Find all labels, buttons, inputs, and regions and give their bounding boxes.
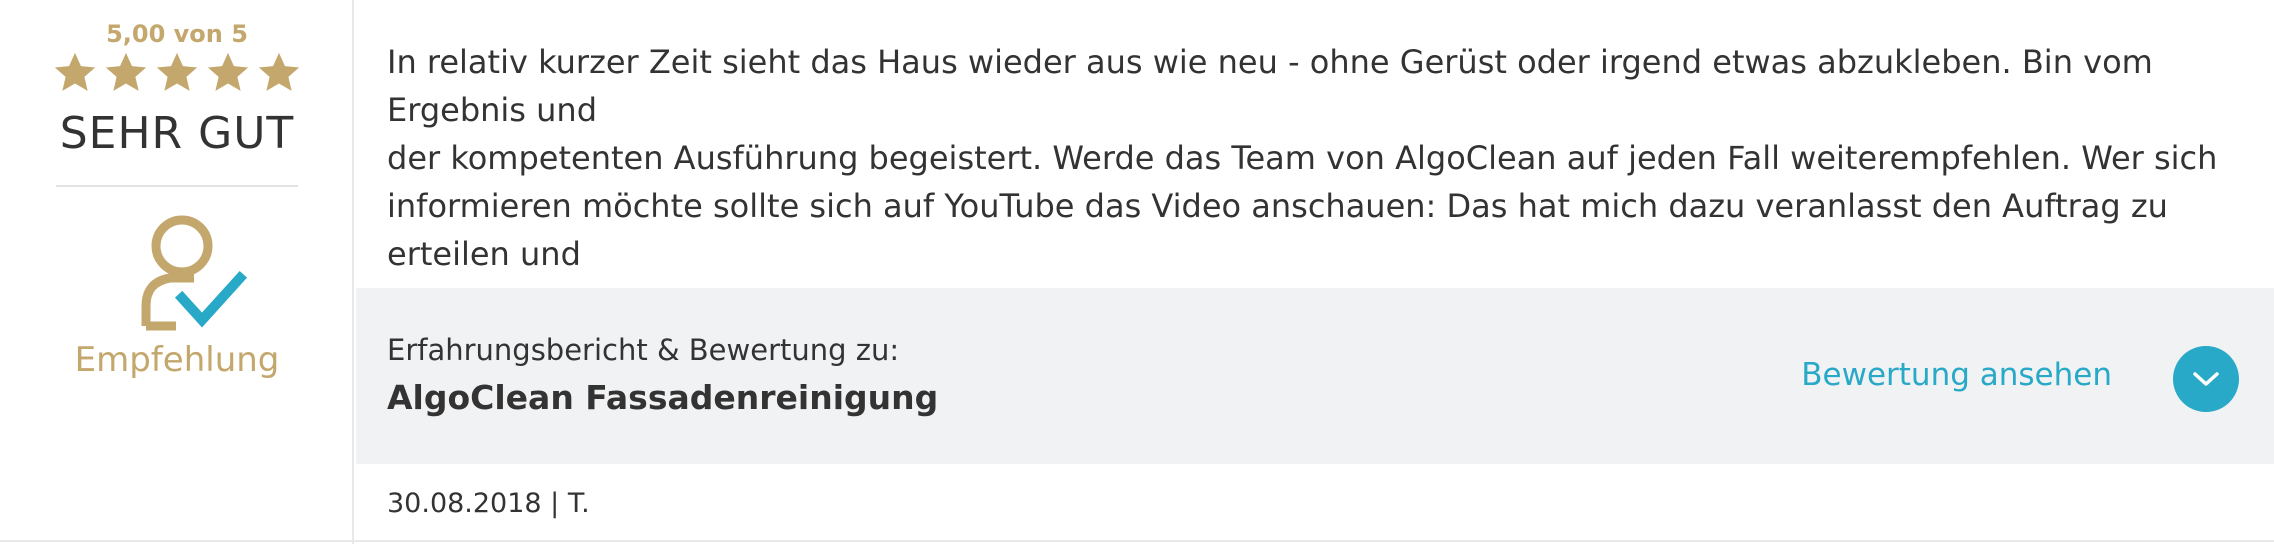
star-rating [52, 50, 302, 100]
chevron-down-icon [2193, 372, 2219, 386]
divider [0, 540, 2274, 542]
user-check-icon [141, 215, 248, 331]
star-icon [156, 52, 198, 91]
star-icon [258, 52, 300, 91]
star-icon [207, 52, 249, 91]
review-line: In relativ kurzer Zeit sieht das Haus wi… [387, 43, 2153, 129]
rating-label: SEHR GUT [59, 108, 295, 159]
review-line: der kompetenten Ausführung begeistert. W… [387, 139, 2218, 177]
company-name: AlgoClean Fassadenreinigung [387, 378, 939, 417]
divider [56, 185, 298, 187]
expand-review-button[interactable] [2173, 346, 2239, 412]
review-line: informieren möchte sollte sich auf YouTu… [387, 187, 2168, 273]
recommendation-label: Empfehlung [74, 340, 280, 380]
review-meta: 30.08.2018 | T. [387, 488, 590, 519]
star-icon [105, 52, 147, 91]
star-icon [54, 52, 96, 91]
company-label: Erfahrungsbericht & Bewertung zu: [387, 333, 900, 367]
rating-score: 5,00 von 5 [106, 20, 248, 48]
view-review-link[interactable]: Bewertung ansehen [1801, 357, 2112, 393]
company-band: Erfahrungsbericht & Bewertung zu: AlgoCl… [356, 288, 2274, 464]
review-text: In relativ kurzer Zeit sieht das Haus wi… [387, 38, 2247, 326]
rating-sidebar: 5,00 von 5 SEHR GUT Empfehlung [0, 0, 354, 544]
